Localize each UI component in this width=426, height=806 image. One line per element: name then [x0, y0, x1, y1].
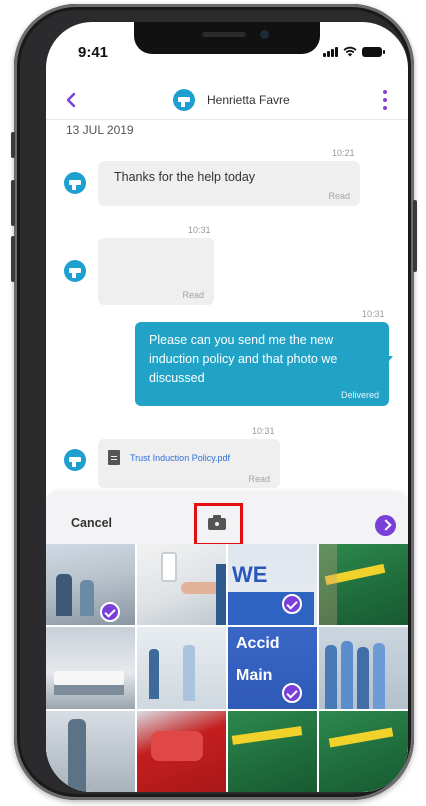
message-text: Thanks for the help today	[114, 170, 256, 184]
contact-name[interactable]: Henrietta Favre	[207, 93, 290, 107]
photo-thumbnail[interactable]: Accid Main	[228, 627, 317, 709]
read-receipt: Read	[328, 191, 350, 201]
photo-thumbnail[interactable]: WE	[228, 544, 317, 626]
selected-check-icon	[100, 602, 120, 622]
sender-avatar	[64, 449, 86, 471]
highlight-box	[194, 503, 243, 546]
photo-thumbnail[interactable]	[319, 710, 408, 792]
screen: 9:41 Henrietta Favre 13 JUL 2019 10:21 T…	[46, 22, 408, 792]
photo-thumbnail[interactable]	[46, 627, 135, 709]
send-icon[interactable]	[375, 515, 396, 536]
file-name[interactable]: Trust Induction Policy.pdf	[130, 453, 230, 463]
outgoing-message[interactable]: Please can you send me the new induction…	[135, 322, 389, 406]
selected-check-icon	[282, 594, 302, 614]
message-text-line-2: induction policy and that photo we	[149, 352, 338, 366]
photo-thumbnail[interactable]	[137, 710, 226, 792]
photo-picker: Cancel WE Accid Main	[46, 492, 408, 792]
power-button	[413, 200, 417, 272]
read-receipt: Read	[182, 290, 204, 300]
mute-switch	[11, 132, 15, 158]
message-time: 10:21	[332, 148, 355, 158]
photo-thumbnail[interactable]	[137, 627, 226, 709]
message-text-line-3: discussed	[149, 371, 205, 385]
message-time: 10:31	[252, 426, 275, 436]
status-time: 9:41	[78, 44, 109, 61]
more-options-icon[interactable]	[380, 90, 390, 110]
speaker	[202, 32, 246, 37]
photo-thumbnail[interactable]	[137, 544, 226, 626]
read-receipt: Read	[248, 474, 270, 484]
selected-check-icon	[282, 683, 302, 704]
message-time: 10:31	[188, 225, 211, 235]
front-camera	[260, 30, 269, 39]
photo-thumbnail[interactable]	[319, 627, 408, 709]
photo-grid: WE Accid Main	[46, 544, 408, 792]
battery-icon	[362, 47, 385, 57]
phone-frame: 9:41 Henrietta Favre 13 JUL 2019 10:21 T…	[11, 4, 417, 800]
incoming-message[interactable]: Thanks for the help today Read	[98, 161, 360, 206]
document-icon	[108, 450, 120, 465]
photo-thumbnail[interactable]	[228, 710, 317, 792]
signal-icon	[323, 46, 338, 57]
incoming-image-message[interactable]: Read	[98, 238, 214, 305]
delivered-receipt: Delivered	[340, 390, 379, 400]
volume-down-button	[11, 236, 15, 282]
message-time: 10:31	[362, 309, 385, 319]
wifi-icon	[343, 46, 357, 57]
date-divider: 13 JUL 2019	[66, 123, 134, 137]
notch	[134, 22, 320, 54]
cancel-button[interactable]: Cancel	[71, 516, 112, 530]
status-icons	[323, 46, 385, 57]
message-text-line-1: Please can you send me the new	[149, 333, 334, 347]
bubble-tail	[385, 356, 393, 366]
photo-thumbnail[interactable]	[46, 544, 135, 626]
sender-avatar	[64, 260, 86, 282]
photo-thumbnail[interactable]	[46, 710, 135, 792]
contact-avatar[interactable]	[173, 89, 195, 111]
photo-thumbnail[interactable]	[319, 544, 408, 626]
back-arrow-icon[interactable]	[60, 88, 84, 112]
chat-header: Henrietta Favre	[46, 80, 408, 120]
sender-avatar	[64, 172, 86, 194]
incoming-file-message[interactable]: Trust Induction Policy.pdf Read	[98, 439, 280, 488]
volume-up-button	[11, 180, 15, 226]
